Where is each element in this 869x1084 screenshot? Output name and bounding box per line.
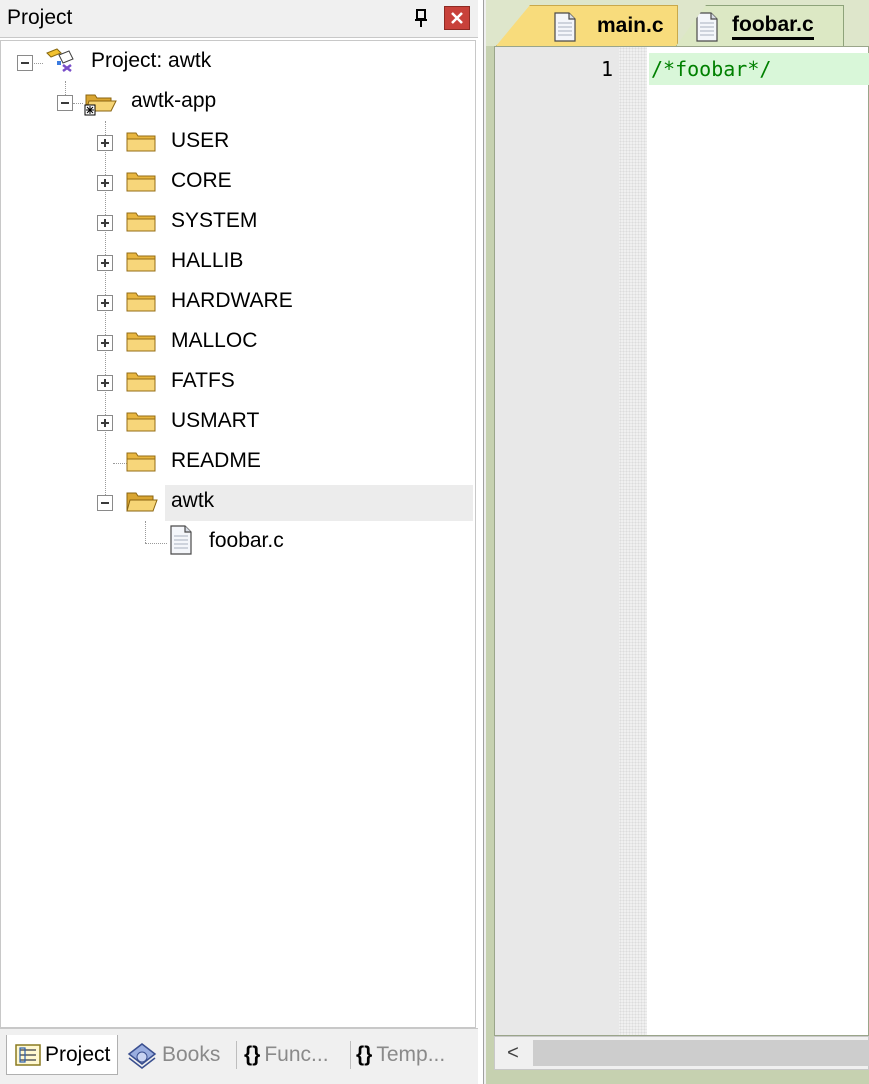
tree-item-group[interactable]: FATFS	[171, 365, 235, 397]
tab-books[interactable]: Books	[126, 1035, 232, 1075]
project-tab-icon	[15, 1043, 41, 1066]
file-icon	[554, 12, 576, 42]
collapse-toggle[interactable]	[17, 55, 33, 71]
tree-item-group[interactable]: README	[171, 445, 261, 477]
tree-item-project-root[interactable]: Project: awtk	[91, 45, 211, 77]
collapse-toggle[interactable]	[57, 95, 73, 111]
panel-header: Project	[0, 0, 478, 38]
tree-item-group[interactable]: HALLIB	[171, 245, 243, 277]
tab-separator	[236, 1041, 237, 1069]
close-button[interactable]	[444, 6, 470, 30]
folder-icon	[126, 412, 156, 432]
expand-toggle[interactable]	[97, 335, 113, 351]
expand-toggle[interactable]	[97, 415, 113, 431]
folder-icon	[126, 172, 156, 192]
tab-templates[interactable]: {} Temp...	[356, 1035, 470, 1075]
tree-item-label: HARDWARE	[171, 289, 293, 312]
tree-connector	[73, 103, 83, 104]
project-tree: Project: awtk awtk-app USER CORE SYSTEM …	[0, 40, 476, 1028]
expand-toggle[interactable]	[97, 375, 113, 391]
file-icon	[696, 12, 718, 42]
expand-toggle[interactable]	[97, 135, 113, 151]
tree-item-label: USMART	[171, 409, 260, 432]
tab-label: Project	[45, 1042, 111, 1066]
tree-item-label: SYSTEM	[171, 209, 258, 232]
tree-item-label: foobar.c	[209, 529, 284, 552]
tree-item-group[interactable]: USER	[171, 125, 229, 157]
folder-icon	[126, 372, 156, 392]
line-number: 1	[600, 57, 613, 81]
tree-item-label: CORE	[171, 169, 232, 192]
code-editor[interactable]: 1 /*foobar*/	[494, 46, 869, 1036]
folder-icon	[126, 212, 156, 232]
line-number-gutter: 1	[495, 47, 619, 1035]
tree-item-group[interactable]: CORE	[171, 165, 232, 197]
tab-label: Func...	[264, 1043, 329, 1066]
tree-item-label: README	[171, 449, 261, 472]
tree-item-awtk-group[interactable]: awtk	[171, 485, 214, 517]
folder-icon	[126, 292, 156, 312]
chevron-left-icon: <	[507, 1041, 519, 1064]
folder-icon	[126, 252, 156, 272]
editor-tab-strip: main.c foobar.c	[486, 0, 869, 46]
tree-item-label: USER	[171, 129, 230, 152]
tab-label: Temp...	[376, 1043, 446, 1066]
horizontal-scrollbar[interactable]: <	[494, 1036, 869, 1070]
expand-toggle[interactable]	[97, 175, 113, 191]
code-line[interactable]: /*foobar*/	[651, 57, 771, 81]
pin-icon	[415, 9, 427, 27]
tree-item-label: awtk-app	[131, 89, 217, 112]
bottom-tab-bar: Project Books {} Func... {} Temp...	[0, 1028, 478, 1084]
tree-item-label: HALLIB	[171, 249, 244, 272]
tab-project[interactable]: Project	[6, 1035, 118, 1075]
tab-foobar-c[interactable]: foobar.c	[676, 5, 844, 46]
tree-item-group[interactable]: USMART	[171, 405, 259, 437]
tree-item-awtk-app[interactable]: awtk-app	[131, 85, 216, 117]
project-icon	[46, 48, 74, 72]
scroll-thumb[interactable]	[533, 1040, 869, 1066]
open-folder-icon	[84, 94, 117, 116]
folder-icon	[126, 132, 156, 152]
project-panel: Project Project: awtk awtk-app USER CORE…	[0, 0, 484, 1084]
file-icon	[170, 525, 192, 555]
tree-connector	[145, 521, 146, 543]
books-icon	[127, 1043, 157, 1069]
tree-item-label: Project: awtk	[91, 49, 212, 72]
close-icon	[451, 12, 463, 24]
tree-item-label: MALLOC	[171, 329, 258, 352]
tab-separator	[350, 1041, 351, 1069]
tree-item-label: FATFS	[171, 369, 235, 392]
editor-frame: main.c foobar.c 1 /*foobar*/ <	[486, 0, 869, 1084]
fold-margin	[619, 47, 647, 1035]
braces-icon: {}	[244, 1043, 261, 1066]
tree-item-label: awtk	[171, 489, 215, 512]
expand-toggle[interactable]	[97, 255, 113, 271]
tab-label: main.c	[597, 14, 664, 37]
tab-main-c[interactable]: main.c	[496, 5, 678, 46]
tree-item-file[interactable]: foobar.c	[209, 525, 284, 557]
tab-functions[interactable]: {} Func...	[244, 1035, 348, 1075]
tree-connector	[145, 543, 167, 544]
scroll-left-button[interactable]: <	[495, 1037, 531, 1069]
panel-title: Project	[7, 6, 73, 29]
tree-item-group[interactable]: MALLOC	[171, 325, 257, 357]
expand-toggle[interactable]	[97, 215, 113, 231]
tree-item-group[interactable]: SYSTEM	[171, 205, 257, 237]
tree-item-group[interactable]: HARDWARE	[171, 285, 293, 317]
collapse-toggle[interactable]	[97, 495, 113, 511]
open-folder-icon	[126, 492, 158, 512]
tab-label: Books	[162, 1043, 221, 1066]
folder-icon	[126, 452, 156, 472]
pin-button[interactable]	[408, 5, 434, 31]
folder-icon	[126, 332, 156, 352]
expand-toggle[interactable]	[97, 295, 113, 311]
tab-label: foobar.c	[732, 13, 814, 40]
template-icon: {}	[356, 1043, 373, 1066]
